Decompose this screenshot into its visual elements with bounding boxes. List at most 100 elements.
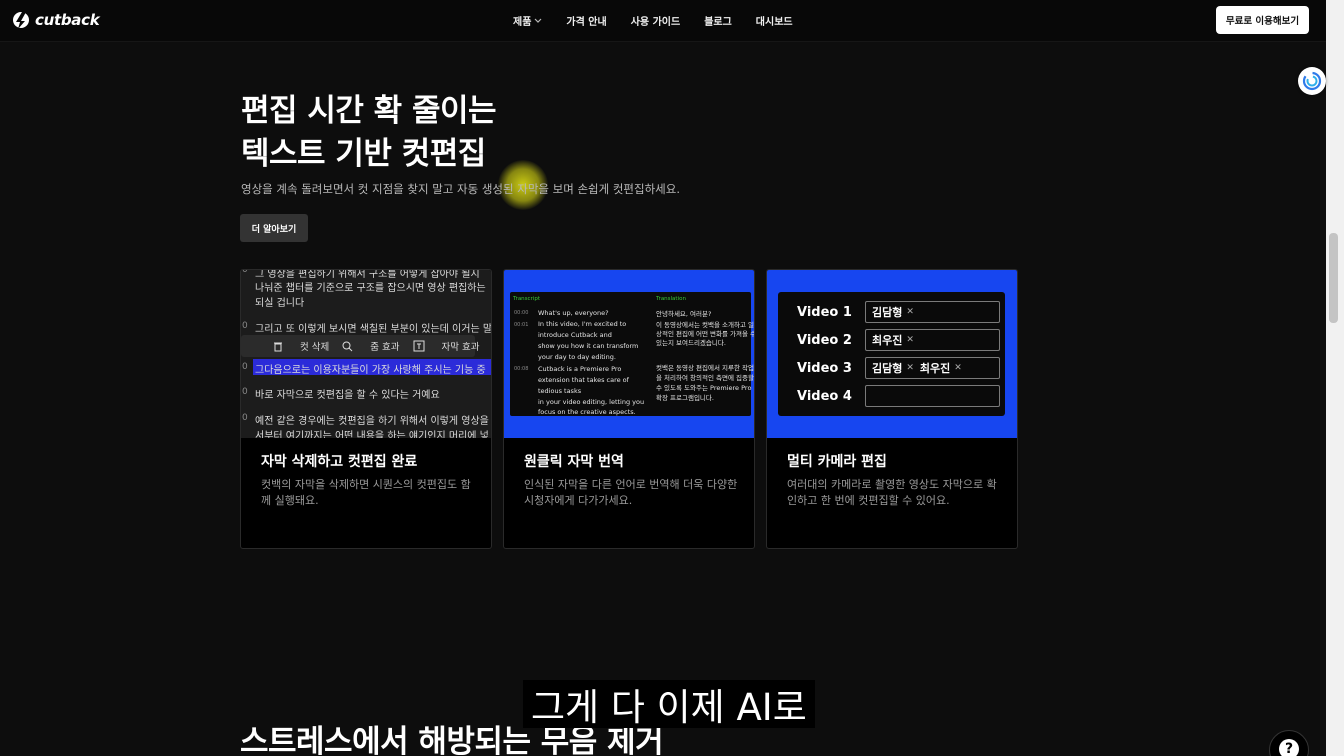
video-subtitle-caption: 그게 다 이제 AI로 (523, 680, 815, 729)
transcript-header: Transcript (513, 296, 540, 302)
card-description: 여러대의 카메라로 촬영한 영상도 자막으로 확인하고 한 번에 컷편집할 수 … (787, 478, 997, 507)
edit-toolbar: 컷 삭제 줌 효과 자막 효과 (241, 335, 479, 357)
line-marker: 0 (242, 413, 248, 423)
transcript-line: 그리고 또 이렇게 보시면 색칠된 부분이 있는데 이거는 말 (255, 324, 491, 335)
logo-icon (13, 12, 29, 29)
cutback-logo[interactable]: cutback (12, 11, 100, 29)
transcript-line: 되실 겁니다 (255, 298, 305, 309)
try-free-button[interactable]: 무료로 이용해보기 (1216, 6, 1309, 34)
timecode: 00:08 (514, 366, 529, 372)
question-icon: ? (1279, 739, 1299, 756)
menu-item-product[interactable]: 제품 (513, 13, 542, 28)
en-line: show you how it can transform (538, 342, 639, 350)
line-marker: 0 (242, 270, 248, 275)
hero-title-line-1: 편집 시간 확 줄이는 (241, 93, 497, 129)
zoom-effect-label: 줌 효과 (370, 342, 400, 353)
video-label: Video 3 (797, 360, 852, 376)
video-row-2: Video 2 최우진 ✕ (797, 329, 1000, 351)
video-row-1: Video 1 김담형 ✕ (797, 301, 1000, 323)
speaker-field[interactable]: 김담형 ✕ 최우진 ✕ (865, 357, 1000, 379)
card-title: 멀티 카메라 편집 (787, 454, 887, 470)
speaker-field[interactable]: 최우진 ✕ (865, 329, 1000, 351)
caption-effect-label: 자막 효과 (441, 342, 480, 353)
video-row-4: Video 4 (797, 385, 1000, 407)
speaker-chip[interactable]: 최우진 ✕ (920, 360, 962, 376)
transcript-line: 서부터 여기까지는 어떤 내용을 하는 얘기인지 머리에 넣 (255, 431, 489, 438)
transcript-line: 나눠준 챕터를 기준으로 구조를 잡으시면 영상 편집하는 (255, 283, 486, 294)
card-description: 인식된 자막을 다른 언어로 번역해 더욱 다양한 시청자에게 다가가세요. (524, 478, 738, 507)
video-label: Video 2 (797, 332, 852, 348)
hero-subtitle: 영상을 계속 돌려보면서 컷 지점을 찾지 말고 자동 생성된 자막을 보며 손… (241, 182, 680, 196)
logo-text: cutback (35, 11, 100, 29)
en-line: extension that takes care of (538, 376, 629, 384)
speaker-field[interactable]: 김담형 ✕ (865, 301, 1000, 323)
menu-item-dashboard[interactable]: 대시보드 (756, 13, 793, 28)
menu-item-blog[interactable]: 블로그 (704, 13, 732, 28)
card-title: 원클릭 자막 번역 (524, 454, 624, 470)
transcript-preview: 0 그 영상을 편집하기 위해서 구조를 어떻게 잡아야 될지 나눠준 챕터를 … (241, 270, 491, 438)
card-title: 자막 삭제하고 컷편집 완료 (261, 454, 418, 470)
close-icon[interactable]: ✕ (906, 307, 914, 317)
ko-line: 컷백은 동영상 편집에서 지루한 작업 (656, 364, 754, 372)
video-label: Video 4 (797, 388, 852, 404)
assistant-button[interactable] (1298, 67, 1326, 95)
line-marker: 0 (242, 387, 248, 397)
en-line: in your video editing, letting you (538, 398, 645, 406)
chevron-down-icon (534, 18, 542, 23)
ko-line: 을 처리하여 창의적인 측면에 집중할 (656, 374, 754, 382)
line-marker: 0 (242, 362, 248, 372)
timecode: 00:00 (514, 310, 529, 316)
cut-delete-label: 컷 삭제 (300, 342, 330, 353)
en-line: your day to day editing. (538, 353, 616, 361)
en-line: What's up, everyone? (538, 309, 609, 317)
en-line: introduce Cutback and (538, 331, 612, 339)
close-icon[interactable]: ✕ (906, 363, 914, 373)
speaker-field[interactable] (865, 385, 1000, 407)
trash-icon (274, 342, 282, 351)
hero-title: 편집 시간 확 줄이는 텍스트 기반 컷편집 (241, 90, 497, 176)
transcript-line-selected[interactable]: 그다음으로는 이용자분들이 가장 사랑해 주시는 기능 중 (255, 361, 486, 376)
translation-preview: Transcript Translation 00:00 00:01 00:08… (504, 270, 754, 438)
speaker-chip[interactable]: 김담형 ✕ (872, 360, 914, 376)
caption-effect-button[interactable]: 자막 효과 (413, 339, 480, 353)
speaker-chip[interactable]: 김담형 ✕ (872, 304, 914, 320)
hero-title-line-2: 텍스트 기반 컷편집 (241, 136, 486, 172)
ko-line: 확장 프로그램입니다. (656, 394, 714, 402)
speaker-chip-label: 최우진 (872, 334, 903, 347)
card-description: 컷백의 자막을 삭제하면 시퀀스의 컷편집도 함께 실행돼요. (261, 478, 471, 507)
text-box-icon (413, 340, 424, 352)
scrollbar-track[interactable] (1326, 0, 1344, 756)
scrollbar-thumb[interactable] (1329, 233, 1338, 323)
learn-more-button[interactable]: 더 알아보기 (240, 214, 308, 242)
line-marker: 0 (242, 321, 248, 331)
zoom-icon (342, 341, 353, 351)
feature-card-multicam[interactable]: Video 1 김담형 ✕ Video 2 최우진 ✕ Video 3 김담형 ✕ 최… (766, 269, 1018, 549)
help-button[interactable]: ? (1269, 730, 1309, 756)
cut-delete-button[interactable]: 컷 삭제 (273, 339, 329, 353)
close-icon[interactable]: ✕ (906, 335, 914, 345)
menu-item-guide[interactable]: 사용 가이드 (631, 13, 680, 28)
top-navigation: cutback 제품 가격 안내 사용 가이드 블로그 대시보드 무료로 이용해… (0, 0, 1326, 42)
menu-item-pricing[interactable]: 가격 안내 (566, 13, 606, 28)
feature-card-subtitle-cut[interactable]: 0 그 영상을 편집하기 위해서 구조를 어떻게 잡아야 될지 나눠준 챕터를 … (240, 269, 492, 549)
close-icon[interactable]: ✕ (954, 363, 962, 373)
en-line: In this video, I'm excited to (538, 320, 627, 328)
feature-card-translation[interactable]: Transcript Translation 00:00 00:01 00:08… (503, 269, 755, 549)
ko-line: 수 있도록 도와주는 Premiere Pro (656, 384, 752, 392)
en-line: tedious tasks (538, 387, 582, 395)
translation-panel: Transcript Translation 00:00 00:01 00:08… (510, 292, 754, 416)
ko-line: 안녕하세요, 여러분? (656, 310, 712, 318)
video-label: Video 1 (797, 304, 852, 320)
multicam-panel: Video 1 김담형 ✕ Video 2 최우진 ✕ Video 3 김담형 ✕ 최… (778, 292, 1005, 416)
speaker-chip-label: 김담형 (872, 306, 903, 319)
translation-header: Translation (656, 296, 686, 302)
menu-item-product-label: 제품 (513, 17, 532, 28)
multicam-preview: Video 1 김담형 ✕ Video 2 최우진 ✕ Video 3 김담형 ✕ 최… (767, 270, 1017, 438)
transcript-line: 바로 자막으로 컷편집을 할 수 있다는 거예요 (255, 390, 440, 401)
main-menu: 제품 가격 안내 사용 가이드 블로그 대시보드 (513, 13, 793, 28)
video-row-3: Video 3 김담형 ✕ 최우진 ✕ (797, 357, 1000, 379)
timecode: 00:01 (514, 322, 529, 328)
ko-line: 있는지 보여드리겠습니다. (656, 339, 726, 347)
zoom-effect-button[interactable]: 줌 효과 (342, 339, 400, 353)
speaker-chip[interactable]: 최우진 ✕ (872, 332, 914, 348)
